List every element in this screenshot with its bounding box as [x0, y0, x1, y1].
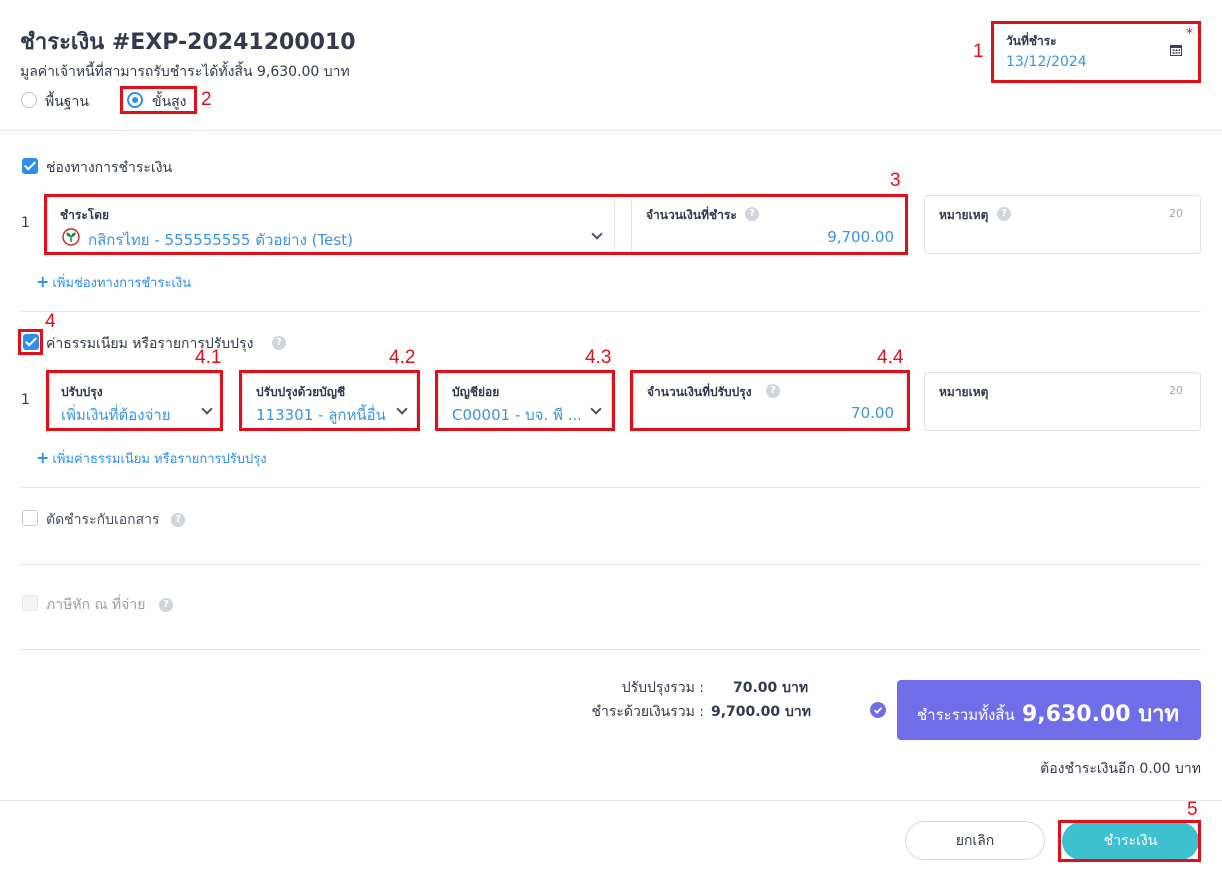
plus-icon: + [36, 272, 50, 291]
payment-note-label: หมายเหตุ [939, 208, 989, 222]
fees-checkbox[interactable] [23, 334, 39, 350]
fee-note-field[interactable]: หมายเหตุ 20 [924, 372, 1201, 431]
plus-icon: + [36, 448, 50, 467]
adjust-account-value: 113301 - ลูกหนี้อื่น [256, 406, 386, 424]
payment-row-number: 1 [21, 215, 30, 231]
divider [20, 564, 1201, 565]
note-char-counter: 20 [1169, 207, 1183, 220]
annotation-4: 4 [45, 311, 56, 332]
add-fee-label: เพิ่มค่าธรรมเนียม หรือรายการปรับปรุง [52, 452, 267, 467]
help-icon[interactable]: ? [766, 384, 780, 398]
paid-amount-field[interactable]: จำนวนเงินที่ชำระ ? 9,700.00 [631, 195, 907, 254]
pay-button[interactable]: ชำระเงิน [1062, 822, 1199, 860]
chevron-down-icon[interactable] [591, 228, 603, 240]
payment-channel-section-label: ช่องทางการชำระเงิน [46, 160, 173, 176]
annotation-5: 5 [1187, 799, 1198, 820]
annotation-4-3: 4.3 [585, 347, 612, 368]
remaining-amount: ต้องชำระเงินอีก 0.00 บาท [1040, 761, 1201, 777]
page-title: ชำระเงิน #EXP-20241200010 [20, 30, 356, 55]
paid-by-label: ชำระโดย [60, 208, 110, 222]
annotation-1: 1 [973, 41, 984, 62]
fees-section-label: ค่าธรรมเนียม หรือรายการปรับปรุง [46, 336, 254, 352]
add-fee-link[interactable]: + เพิ่มค่าธรรมเนียม หรือรายการปรับปรุง [36, 448, 267, 469]
subaccount-select[interactable]: บัญชีย่อย C00001 - บจ. พี ... [438, 373, 612, 429]
add-payment-channel-label: เพิ่มช่องทางการชำระเงิน [52, 276, 192, 291]
annotation-3: 3 [890, 170, 901, 191]
fee-note-label: หมายเหตุ [939, 385, 989, 399]
chevron-down-icon[interactable] [396, 403, 408, 415]
payment-date-label: วันที่ชำระ [1006, 34, 1057, 48]
grand-total-value: 9,630.00 บาท [1022, 702, 1180, 727]
subaccount-label: บัญชีย่อย [452, 385, 500, 399]
mode-advanced-label[interactable]: ขั้นสูง [152, 91, 187, 113]
paid-amount-value[interactable]: 9,700.00 [827, 228, 894, 246]
payment-note-field[interactable]: หมายเหตุ ? 20 [924, 195, 1201, 254]
help-icon[interactable]: ? [272, 336, 286, 350]
note-char-counter: 20 [1169, 384, 1183, 397]
adjust-amount-value[interactable]: 70.00 [851, 404, 894, 422]
adjust-account-select[interactable]: ปรับปรุงด้วยบัญชี 113301 - ลูกหนี้อื่น [242, 373, 417, 429]
help-icon[interactable]: ? [171, 513, 185, 527]
chevron-down-icon[interactable] [590, 403, 602, 415]
annotation-4-2: 4.2 [389, 347, 416, 368]
offset-documents-checkbox[interactable] [22, 510, 38, 526]
paid-amount-label: จำนวนเงินที่ชำระ [646, 208, 737, 222]
chevron-down-icon[interactable] [201, 403, 213, 415]
check-circle-icon [870, 702, 886, 718]
adjust-amount-label: จำนวนเงินที่ปรับปรุง [647, 385, 752, 399]
paid-total-value: 9,700.00 บาท [711, 704, 811, 720]
payment-date-field[interactable]: วันที่ชำระ * 13/12/2024 [994, 24, 1199, 80]
kasikorn-bank-logo-icon [62, 228, 80, 246]
grand-total-label: ชำระรวมทั้งสิ้น [917, 706, 1015, 724]
page-subtitle: มูลค่าเจ้าหนี้ที่สามารถรับชำระได้ทั้งสิ้… [20, 64, 350, 80]
payment-date-value[interactable]: 13/12/2024 [1006, 54, 1087, 70]
paid-by-select[interactable]: ชำระโดย กสิกรไทย - 555555555 ตัวอย่าง (T… [47, 195, 615, 254]
cancel-button[interactable]: ยกเลิก [905, 821, 1045, 860]
paid-total-label: ชำระด้วยเงินรวม : [591, 704, 704, 720]
help-icon[interactable]: ? [997, 207, 1011, 221]
add-payment-channel-link[interactable]: + เพิ่มช่องทางการชำระเงิน [36, 272, 191, 293]
divider [0, 130, 1222, 131]
adjust-total-label: ปรับปรุงรวม : [621, 680, 704, 696]
adjust-amount-field[interactable]: จำนวนเงินที่ปรับปรุง ? 70.00 [633, 373, 907, 429]
mode-basic-label[interactable]: พื้นฐาน [45, 91, 89, 113]
adjust-account-label: ปรับปรุงด้วยบัญชี [256, 385, 346, 399]
annotation-2: 2 [201, 89, 212, 110]
divider [20, 311, 1201, 312]
help-icon[interactable]: ? [745, 207, 759, 221]
paid-by-value: กสิกรไทย - 555555555 ตัวอย่าง (Test) [88, 231, 353, 249]
adjust-total-value: 70.00 บาท [733, 680, 809, 696]
offset-documents-label: ตัดชำระกับเอกสาร [46, 512, 160, 528]
withholding-tax-label: ภาษีหัก ณ ที่จ่าย [46, 597, 146, 613]
divider [20, 649, 1201, 650]
grand-total-box: ชำระรวมทั้งสิ้น 9,630.00 บาท [897, 680, 1201, 740]
adjust-type-value: เพิ่มเงินที่ต้องจ่าย [61, 406, 171, 424]
annotation-4-4: 4.4 [877, 347, 904, 368]
help-icon[interactable]: ? [159, 598, 173, 612]
calendar-icon[interactable] [1170, 44, 1182, 56]
required-mark: * [1186, 26, 1193, 42]
adjust-type-label: ปรับปรุง [61, 385, 103, 399]
payment-channel-checkbox[interactable] [22, 158, 38, 174]
footer-divider [0, 800, 1222, 801]
adjust-type-select[interactable]: ปรับปรุง เพิ่มเงินที่ต้องจ่าย [49, 373, 221, 429]
mode-basic-radio[interactable] [21, 92, 37, 108]
mode-advanced-radio[interactable] [127, 92, 143, 108]
fee-row-number: 1 [21, 392, 30, 408]
annotation-4-1: 4.1 [195, 347, 222, 368]
withholding-tax-checkbox[interactable] [22, 595, 38, 611]
subaccount-value: C00001 - บจ. พี ... [452, 406, 580, 424]
divider [20, 487, 1201, 488]
